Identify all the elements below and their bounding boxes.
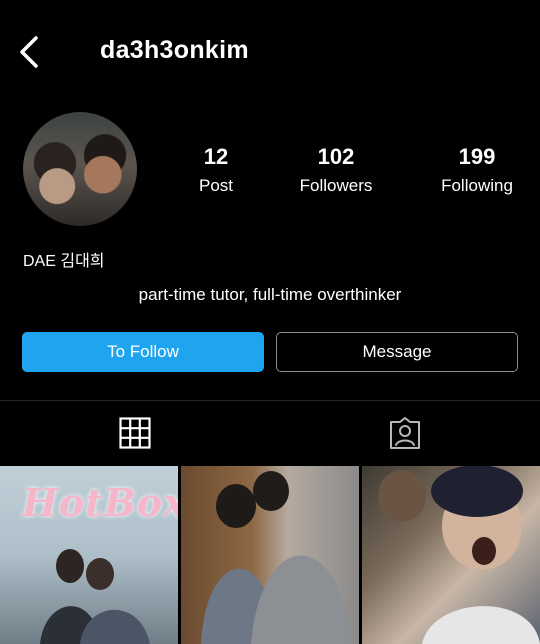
people-silhouette: [40, 549, 150, 644]
message-button[interactable]: Message: [276, 332, 518, 372]
profile-header: da3h3onkim: [0, 0, 540, 104]
stat-followers-label: Followers: [299, 176, 373, 195]
stat-following-count: 199: [458, 144, 496, 169]
stat-following-label: Following: [441, 176, 513, 195]
stat-posts-count: 12: [203, 144, 229, 169]
stat-following[interactable]: 199 Following: [430, 144, 524, 196]
chevron-left-icon: [20, 36, 38, 68]
stat-followers-count: 102: [317, 144, 355, 169]
bio-text: part-time tutor, full-time overthinker: [138, 285, 402, 304]
photo-grid: HotBox: [0, 466, 540, 644]
stat-posts[interactable]: 12 Post: [186, 144, 246, 196]
photo-thumbnail[interactable]: HotBox: [0, 466, 178, 644]
display-name: DAE 김대희: [23, 253, 105, 270]
people-silhouette: [201, 471, 351, 644]
grid-icon: [119, 417, 151, 449]
profile-tabs: [0, 400, 540, 465]
tagged-person-icon: [390, 417, 420, 449]
stat-followers[interactable]: 102 Followers: [286, 144, 386, 196]
photo-thumbnail[interactable]: [362, 466, 540, 644]
back-button[interactable]: [14, 34, 46, 70]
photo-thumbnail[interactable]: [181, 466, 359, 644]
stat-posts-label: Post: [198, 176, 234, 195]
tab-tagged[interactable]: [270, 401, 540, 465]
page-title: da3h3onkim: [100, 36, 249, 64]
people-silhouette: [378, 466, 540, 644]
tab-grid[interactable]: [0, 401, 270, 465]
avatar[interactable]: [23, 112, 137, 226]
follow-button[interactable]: To Follow: [22, 332, 264, 372]
